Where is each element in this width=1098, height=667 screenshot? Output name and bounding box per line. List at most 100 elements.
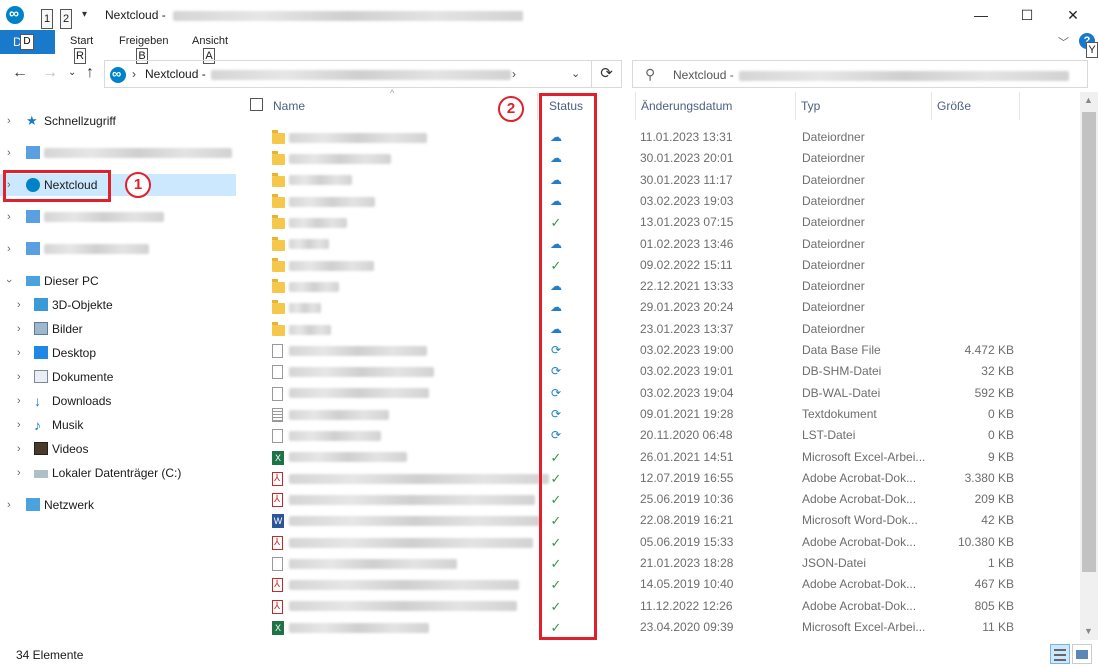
expand-chevron-icon[interactable]: ›: [17, 414, 21, 436]
maximize-button[interactable]: ☐: [1004, 0, 1050, 30]
file-row[interactable]: ✓ 09.02.2022 15:11 Dateiordner: [236, 255, 1080, 276]
expand-chevron-icon[interactable]: ›: [17, 318, 21, 340]
quick-access-key-2[interactable]: 2: [60, 9, 72, 29]
collapse-chevron-icon[interactable]: ›: [0, 279, 20, 283]
file-type: Adobe Acrobat-Dok...: [802, 598, 917, 613]
search-input[interactable]: ⚲ Nextcloud -: [632, 60, 1088, 88]
breadcrumb-chevron-icon[interactable]: ›: [132, 67, 136, 81]
file-list: ☁ 11.01.2023 13:31 Dateiordner ☁ 30.01.2023 …: [236, 126, 1080, 640]
ribbon-expand-icon[interactable]: ﹀: [1058, 34, 1069, 50]
nav-item-quick-access[interactable]: › ★ Schnellzugriff: [0, 110, 236, 132]
tab-start[interactable]: Start: [70, 35, 93, 47]
file-size: 10.380 KB: [957, 534, 1014, 549]
file-row[interactable]: ☁ 30.01.2023 20:01 Dateiordner: [236, 148, 1080, 169]
quick-access-key-1[interactable]: 1: [41, 9, 53, 29]
file-type: Data Base File: [802, 343, 881, 357]
scrollbar-thumb[interactable]: [1082, 112, 1096, 572]
file-row[interactable]: ⟳ 03.02.2023 19:01 DB-SHM-Datei 32 KB: [236, 361, 1080, 382]
expand-chevron-icon[interactable]: ›: [17, 438, 21, 460]
minimize-button[interactable]: —: [958, 0, 1004, 30]
file-date: 30.01.2023 20:01: [640, 151, 734, 166]
expand-chevron-icon[interactable]: ›: [17, 390, 21, 412]
file-row[interactable]: ⟳ 03.02.2023 19:04 DB-WAL-Datei 592 KB: [236, 383, 1080, 404]
column-header-size[interactable]: Größe: [932, 92, 1020, 120]
redacted-label: [44, 244, 149, 254]
forward-arrow-icon[interactable]: →: [42, 64, 58, 82]
file-row[interactable]: ☁ 23.01.2023 13:37 Dateiordner: [236, 319, 1080, 340]
nav-item-music[interactable]: › ♪ Musik: [0, 414, 236, 436]
folder-icon: [272, 193, 285, 208]
file-row[interactable]: ✓25.06.2019 10:36Adobe Acrobat-Dok...209…: [236, 489, 1080, 510]
file-row[interactable]: ✓ 21.01.2023 18:28 JSON-Datei 1 KB: [236, 553, 1080, 574]
file-row[interactable]: X ✓ 26.01.2021 14:51 Microsoft Excel-Arbei.…: [236, 447, 1080, 468]
nav-item-downloads[interactable]: › ↓ Downloads: [0, 390, 236, 412]
file-row[interactable]: ☁ 22.12.2021 13:33 Dateiordner: [236, 276, 1080, 297]
expand-chevron-icon[interactable]: ›: [7, 206, 11, 228]
file-date: 03.02.2023 19:01: [640, 364, 734, 379]
file-row[interactable]: ⟳ 20.11.2020 06:48 LST-Datei 0 KB: [236, 425, 1080, 446]
address-bar[interactable]: › Nextcloud - › ⌄: [104, 60, 592, 88]
details-view-button[interactable]: [1050, 644, 1070, 664]
file-row[interactable]: ☁ 11.01.2023 13:31 Dateiordner: [236, 127, 1080, 148]
file-row[interactable]: ☁ 29.01.2023 20:24 Dateiordner: [236, 297, 1080, 318]
file-row[interactable]: X ✓ 23.04.2020 09:39 Microsoft Excel-Arbei.…: [236, 617, 1080, 638]
close-button[interactable]: ✕: [1050, 0, 1096, 30]
hard-drive-icon: [34, 470, 48, 478]
scroll-down-icon[interactable]: ▼: [1084, 626, 1093, 636]
vertical-scrollbar[interactable]: ▲ ▼: [1080, 92, 1098, 640]
expand-chevron-icon[interactable]: ›: [7, 110, 11, 132]
nav-item-this-pc[interactable]: › Dieser PC: [0, 270, 236, 292]
tab-freigeben[interactable]: Freigeben: [119, 35, 169, 47]
refresh-button[interactable]: ⟳: [592, 60, 622, 88]
file-size: 4.472 KB: [964, 343, 1014, 357]
nav-item-network[interactable]: › Netzwerk: [0, 494, 236, 516]
file-row[interactable]: ⟳ 09.01.2021 19:28 Textdokument 0 KB: [236, 404, 1080, 425]
documents-icon: [34, 370, 48, 383]
file-row[interactable]: ☁ 01.02.2023 13:46 Dateiordner: [236, 234, 1080, 255]
nav-item-videos[interactable]: › Videos: [0, 438, 236, 460]
expand-chevron-icon[interactable]: ›: [7, 142, 11, 164]
scroll-up-icon[interactable]: ▲: [1084, 95, 1093, 105]
nav-item-documents[interactable]: › Dokumente: [0, 366, 236, 388]
file-row[interactable]: ✓12.07.2019 16:55Adobe Acrobat-Dok...3.3…: [236, 468, 1080, 489]
large-icons-view-button[interactable]: [1072, 644, 1092, 664]
recent-locations-icon[interactable]: ⌄: [68, 67, 76, 78]
file-row[interactable]: ✓05.06.2019 15:33Adobe Acrobat-Dok...10.…: [236, 532, 1080, 553]
up-arrow-icon[interactable]: ↑: [86, 64, 94, 82]
file-row[interactable]: W ✓ 22.08.2019 16:21 Microsoft Word-Dok... 4…: [236, 510, 1080, 531]
nav-item-3d-objects[interactable]: › 3D-Objekte: [0, 294, 236, 316]
file-row[interactable]: ✓ 13.01.2023 07:15 Dateiordner: [236, 212, 1080, 233]
breadcrumb-chevron-icon[interactable]: ›: [512, 67, 516, 81]
file-row[interactable]: ☁ 30.01.2023 11:17 Dateiordner: [236, 170, 1080, 191]
expand-chevron-icon[interactable]: ›: [7, 238, 11, 260]
expand-chevron-icon[interactable]: ›: [17, 294, 21, 316]
star-icon: ★: [26, 113, 38, 128]
quick-access-dropdown-icon[interactable]: ▾: [82, 9, 87, 20]
file-name-redacted: [289, 425, 381, 446]
column-header-type[interactable]: Typ: [796, 92, 932, 120]
breadcrumb[interactable]: Nextcloud -: [145, 67, 512, 81]
search-icon: ⚲: [645, 66, 656, 82]
back-arrow-icon[interactable]: ←: [12, 64, 28, 82]
address-dropdown-icon[interactable]: ⌄: [571, 67, 580, 80]
file-row[interactable]: ✓14.05.2019 10:40Adobe Acrobat-Dok...467…: [236, 574, 1080, 596]
select-all-checkbox[interactable]: [250, 98, 263, 111]
expand-chevron-icon[interactable]: ›: [17, 462, 21, 484]
expand-chevron-icon[interactable]: ›: [17, 342, 21, 364]
column-headers: Name Status Änderungsdatum Typ Größe: [236, 92, 1080, 120]
file-date: 23.04.2020 09:39: [640, 619, 734, 634]
nav-item-redacted[interactable]: ›: [0, 238, 236, 260]
file-row[interactable]: ☁ 03.02.2023 19:03 Dateiordner: [236, 191, 1080, 212]
expand-chevron-icon[interactable]: ›: [7, 494, 11, 516]
file-type: Adobe Acrobat-Dok...: [802, 492, 917, 507]
nav-item-local-disk[interactable]: › Lokaler Datenträger (C:): [0, 462, 236, 484]
expand-chevron-icon[interactable]: ›: [17, 366, 21, 388]
file-row[interactable]: ⟳ 03.02.2023 19:00 Data Base File 4.472 KB: [236, 340, 1080, 361]
nav-item-redacted[interactable]: ›: [0, 206, 236, 228]
nav-item-redacted[interactable]: ›: [0, 142, 236, 164]
nav-item-desktop[interactable]: › Desktop: [0, 342, 236, 364]
nav-item-pictures[interactable]: › Bilder: [0, 318, 236, 340]
tab-ansicht[interactable]: Ansicht: [192, 35, 228, 47]
column-header-date[interactable]: Änderungsdatum: [636, 92, 796, 120]
file-row[interactable]: ✓11.12.2022 12:26Adobe Acrobat-Dok...805…: [236, 596, 1080, 617]
